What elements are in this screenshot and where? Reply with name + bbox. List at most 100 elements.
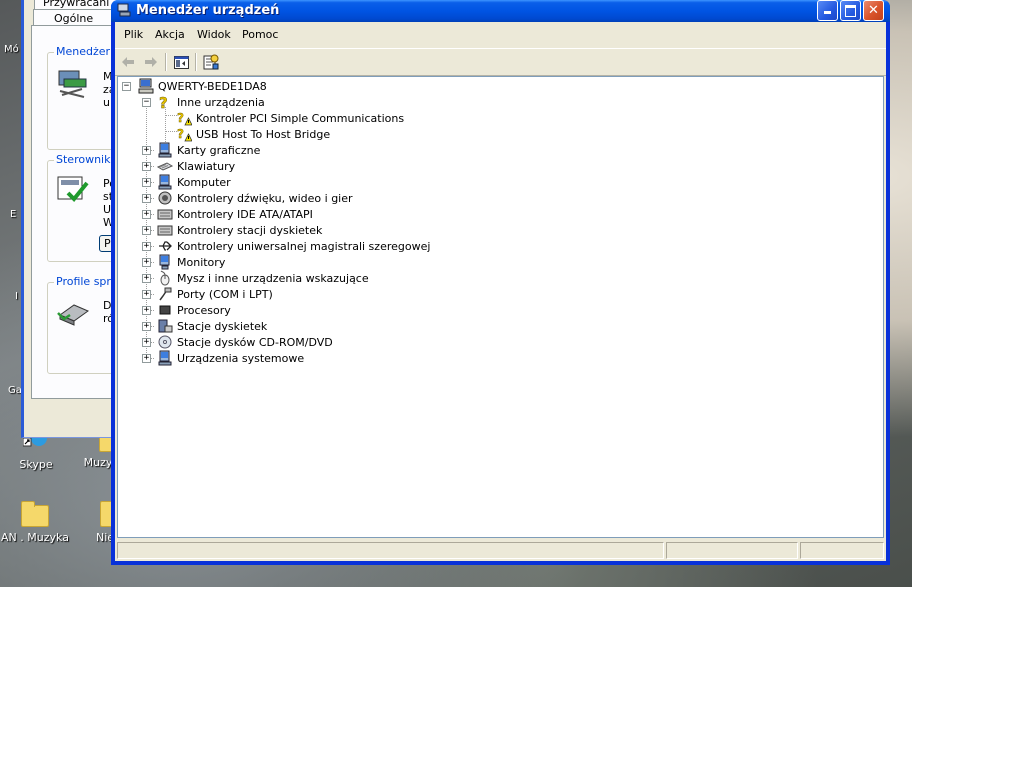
display-adapter-icon [158,142,172,158]
toolbar [115,48,886,76]
window-title: Menedżer urządzeń [136,3,280,18]
tree-node-urzadzenia-systemowe[interactable]: Urządzenia systemowe [157,350,304,366]
show-hide-tree-icon [173,55,189,69]
close-icon: ✕ [868,3,879,18]
group-title: Sterowniki [54,153,116,166]
processor-icon [159,305,171,315]
tree-node-label: Kontrolery dźwięku, wideo i gier [177,191,353,205]
maximize-icon [845,5,856,17]
mouse-icon [160,270,170,286]
tree-node-label: Karty graficzne [177,143,261,157]
tree-node-karty-graficzne[interactable]: Karty graficzne [157,142,260,158]
warning-device-icon: ? [177,111,192,126]
port-icon [159,287,172,301]
computer-icon [158,174,172,190]
tree-node-label: Stacje dysków CD-ROM/DVD [177,335,333,349]
expander-monitory[interactable]: + [142,258,151,267]
tree-node-stacje-dyskietek[interactable]: Stacje dyskietek [157,318,267,334]
close-button[interactable]: ✕ [863,0,884,21]
tree-node-label: Kontrolery stacji dyskietek [177,223,323,237]
expander-root[interactable]: − [122,82,131,91]
title-bar[interactable]: Menedżer urządzeń ✕ [111,0,890,22]
status-cell [800,542,884,559]
menu-plik[interactable]: Plik [124,28,143,41]
tree-node-komputer[interactable]: Komputer [157,174,231,190]
tree-node-kontrolery-stacji-dyskietek[interactable]: Kontrolery stacji dyskietek [157,222,322,238]
hardware-profiles-icon [57,304,90,326]
tree-node-label: Inne urządzenia [177,95,265,109]
floppy-drive-icon [158,319,173,333]
svg-text:?: ? [177,111,184,125]
unknown-device-icon: ? [159,94,168,110]
keyboard-icon [157,162,173,171]
forward-arrow-icon [145,57,157,67]
expander-porty-com-i-lpt[interactable]: + [142,290,151,299]
tree-node-kontrolery-ide-ata-atapi[interactable]: Kontrolery IDE ATA/ATAPI [157,206,313,222]
svg-text:?: ? [177,127,184,141]
device-tree[interactable]: − QWERTY-BEDE1DA8 − ? Inne urządzenia ? … [117,76,884,538]
monitor-icon [159,254,170,270]
desktop-icon-label: Muzy [83,456,113,469]
tree-node-label: Kontrolery IDE ATA/ATAPI [177,207,313,221]
system-devices-icon [158,350,172,366]
expander-kontrolery-ide-ata-atapi[interactable]: + [142,210,151,219]
minimize-button[interactable] [817,0,838,21]
expander-karty-graficzne[interactable]: + [142,146,151,155]
tree-node-klawiatury[interactable]: Klawiatury [157,158,235,174]
expander-stacje-dyskietek[interactable]: + [142,322,151,331]
desktop-icon-label: AN . Muzyka [1,531,69,544]
forward-button[interactable] [142,53,160,71]
tree-node-kontrolery-dzwieku-wideo-i-gier[interactable]: Kontrolery dźwięku, wideo i gier [157,190,353,206]
tree-node-monitory[interactable]: Monitory [157,254,225,270]
tree-node-mysz-i-inne-urzadzenia-wskazujace[interactable]: Mysz i inne urządzenia wskazujące [157,270,369,286]
tree-node-label: Mysz i inne urządzenia wskazujące [177,271,369,285]
expander-kontrolery-uniwersalnej-magistrali-szeregowej[interactable]: + [142,242,151,251]
toolbar-separator [195,53,197,71]
menu-pomoc[interactable]: Pomoc [242,28,278,41]
menu-akcja[interactable]: Akcja [155,28,185,41]
expander-komputer[interactable]: + [142,178,151,187]
desktop-edge-label: I [15,291,18,302]
expander-klawiatury[interactable]: + [142,162,151,171]
status-bar [115,540,886,561]
tree-node-porty-com-i-lpt[interactable]: Porty (COM i LPT) [157,286,273,302]
drivers-icon [57,176,89,202]
menu-widok[interactable]: Widok [197,28,231,41]
properties-button[interactable] [202,53,220,71]
tree-node-label: Procesory [177,303,231,317]
back-button[interactable] [119,53,137,71]
system-properties-window[interactable]: Przywracani Ogólne Menedżer u M za ur St… [21,0,149,438]
expander-stacje-dyskow-cd-rom-dvd[interactable]: + [142,338,151,347]
tree-node-kontrolery-uniwersalnej-magistrali-szeregowej[interactable]: Kontrolery uniwersalnej magistrali szere… [157,238,430,254]
computer-icon [138,78,154,94]
desktop-icon-label: Skype [19,458,53,471]
desktop-edge-label: E [10,209,17,220]
expander-kontrolery-dzwieku-wideo-i-gier[interactable]: + [142,194,151,203]
status-cell [117,542,664,559]
tree-node-procesory[interactable]: Procesory [157,302,231,318]
tree-node-pci-simple-communications[interactable]: ? Kontroler PCI Simple Communications [176,110,404,126]
desktop-icon-an-muzyka[interactable]: AN . Muzyka [0,501,70,544]
expander-urzadzenia-systemowe[interactable]: + [142,354,151,363]
desktop-edge-label: Ga [8,385,22,396]
floppy-controller-icon [157,225,173,236]
tree-node-other-devices[interactable]: ? Inne urządzenia [157,94,265,110]
tree-node-label: Stacje dyskietek [177,319,268,333]
sound-icon [158,191,172,205]
tree-node-label: Kontrolery uniwersalnej magistrali szere… [177,239,431,253]
tree-node-usb-host-to-host-bridge[interactable]: ? USB Host To Host Bridge [176,126,330,142]
maximize-button[interactable] [840,0,861,21]
expander-procesory[interactable]: + [142,306,151,315]
tree-node-label: Porty (COM i LPT) [177,287,273,301]
show-hide-tree-button[interactable] [172,53,190,71]
device-manager-window[interactable]: Menedżer urządzeń ✕ Plik Akcja Widok Pom… [111,0,890,565]
window-body: Plik Akcja Widok Pomoc − QWERTY-BEDE1DA8… [115,22,886,561]
expander-other-devices[interactable]: − [142,98,151,107]
expander-mysz-i-inne-urzadzenia-wskazujace[interactable]: + [142,274,151,283]
tree-node-root[interactable]: QWERTY-BEDE1DA8 [138,78,267,94]
expander-kontrolery-stacji-dyskietek[interactable]: + [142,226,151,235]
menu-bar: Plik Akcja Widok Pomoc [115,22,886,46]
tree-node-stacje-dyskow-cd-rom-dvd[interactable]: Stacje dysków CD-ROM/DVD [157,334,333,350]
tree-node-label: Kontroler PCI Simple Communications [196,111,405,125]
properties-icon [203,54,219,70]
